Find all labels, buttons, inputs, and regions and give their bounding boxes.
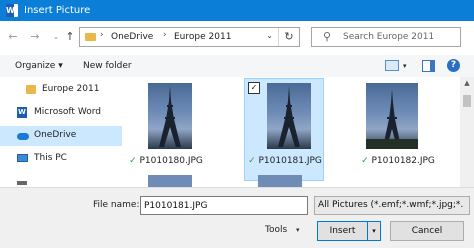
help-icon[interactable]: ? [447, 59, 460, 72]
folder-icon [26, 85, 36, 94]
scrollbar-thumb[interactable] [463, 95, 471, 107]
breadcrumb-europe-2011[interactable]: Europe 2011 [174, 31, 231, 43]
up-arrow-icon[interactable]: ↑ [63, 30, 77, 44]
file-tile-p1010180[interactable]: ✓ P1010180.JPG [126, 79, 206, 182]
word-app-icon: W [6, 4, 18, 17]
breadcrumb-separator: › [100, 30, 104, 40]
file-name: ✓ P1010181.JPG [248, 156, 322, 166]
cancel-button[interactable]: Cancel [390, 221, 464, 241]
file-name: ✓ P1010182.JPG [361, 156, 435, 166]
file-name-field[interactable] [140, 196, 308, 215]
sidebar-item-partial[interactable] [0, 173, 122, 187]
search-icon: ⚲ [323, 30, 332, 43]
title-bar: W Insert Picture [0, 0, 474, 21]
command-bar: Organize ▾ New folder ▾ ? [0, 55, 474, 78]
sidebar-item-microsoft-word[interactable]: W Microsoft Word [0, 103, 122, 123]
thumbnail-eiffel-tower [267, 83, 311, 149]
refresh-icon[interactable]: ↻ [278, 28, 299, 46]
search-box[interactable]: ⚲ Search Europe 2011 [311, 27, 461, 47]
thumbnail-partial[interactable] [258, 175, 302, 187]
file-type-select[interactable]: All Pictures (*.emf;*.wmf;*.jpg;*. [314, 196, 470, 215]
tools-dropdown-icon[interactable]: ▾ [296, 226, 300, 234]
cloud-icon [17, 133, 29, 140]
breadcrumb-onedrive[interactable]: OneDrive [111, 31, 153, 43]
forward-arrow-icon[interactable]: → [28, 30, 42, 44]
thumbnail-eiffel-tower [148, 83, 192, 149]
view-dropdown-icon[interactable]: ▾ [403, 62, 407, 70]
breadcrumb-separator: › [163, 30, 167, 40]
address-bar[interactable]: › OneDrive › Europe 2011 ⌄ ↻ [79, 27, 300, 47]
insert-dropdown-icon[interactable]: ▾ [368, 221, 381, 241]
sync-ok-icon: ✓ [129, 156, 137, 166]
sync-ok-icon: ✓ [361, 156, 369, 166]
insert-button[interactable]: Insert [317, 221, 368, 241]
sidebar-item-onedrive[interactable]: OneDrive [0, 126, 122, 146]
sidebar-item-europe-2011[interactable]: Europe 2011 [0, 80, 122, 100]
file-tile-p1010181[interactable]: ✓ ✓ P1010181.JPG [244, 78, 324, 181]
sync-ok-icon: ✓ [248, 156, 256, 166]
search-placeholder: Search Europe 2011 [343, 32, 435, 42]
sidebar-item-this-pc[interactable]: This PC [0, 149, 122, 169]
dialog-footer: File name: All Pictures (*.emf;*.wmf;*.j… [0, 187, 474, 248]
computer-icon [17, 154, 28, 162]
preview-pane-icon[interactable] [422, 60, 435, 72]
selection-checkbox[interactable]: ✓ [248, 82, 260, 94]
file-tile-p1010182[interactable]: ✓ P1010182.JPG [358, 79, 438, 182]
file-name: ✓ P1010180.JPG [129, 156, 203, 166]
folder-icon [85, 33, 96, 41]
recent-locations-chevron-icon[interactable]: ⌄ [49, 30, 63, 44]
file-name-label: File name: [93, 200, 140, 210]
thumbnail-partial[interactable] [148, 175, 192, 187]
new-folder-button[interactable]: New folder [83, 61, 132, 71]
organize-button[interactable]: Organize ▾ [15, 61, 63, 71]
file-list: ✓ P1010180.JPG ✓ ✓ P1010181.JPG ✓ P10101… [122, 77, 460, 187]
word-icon: W [17, 107, 27, 118]
vertical-scrollbar[interactable]: ▲ [460, 77, 474, 187]
tools-button[interactable]: Tools [265, 225, 287, 235]
thumbnail-eiffel-tower [366, 83, 418, 149]
navigation-pane: Europe 2011 W Microsoft Word OneDrive Th… [0, 77, 122, 187]
window-title: Insert Picture [24, 5, 91, 16]
network-icon [17, 181, 27, 185]
change-view-icon[interactable] [385, 60, 399, 71]
scroll-up-icon[interactable]: ▲ [460, 77, 474, 89]
back-arrow-icon[interactable]: ← [6, 30, 20, 44]
address-dropdown-icon[interactable]: ⌄ [266, 31, 273, 40]
